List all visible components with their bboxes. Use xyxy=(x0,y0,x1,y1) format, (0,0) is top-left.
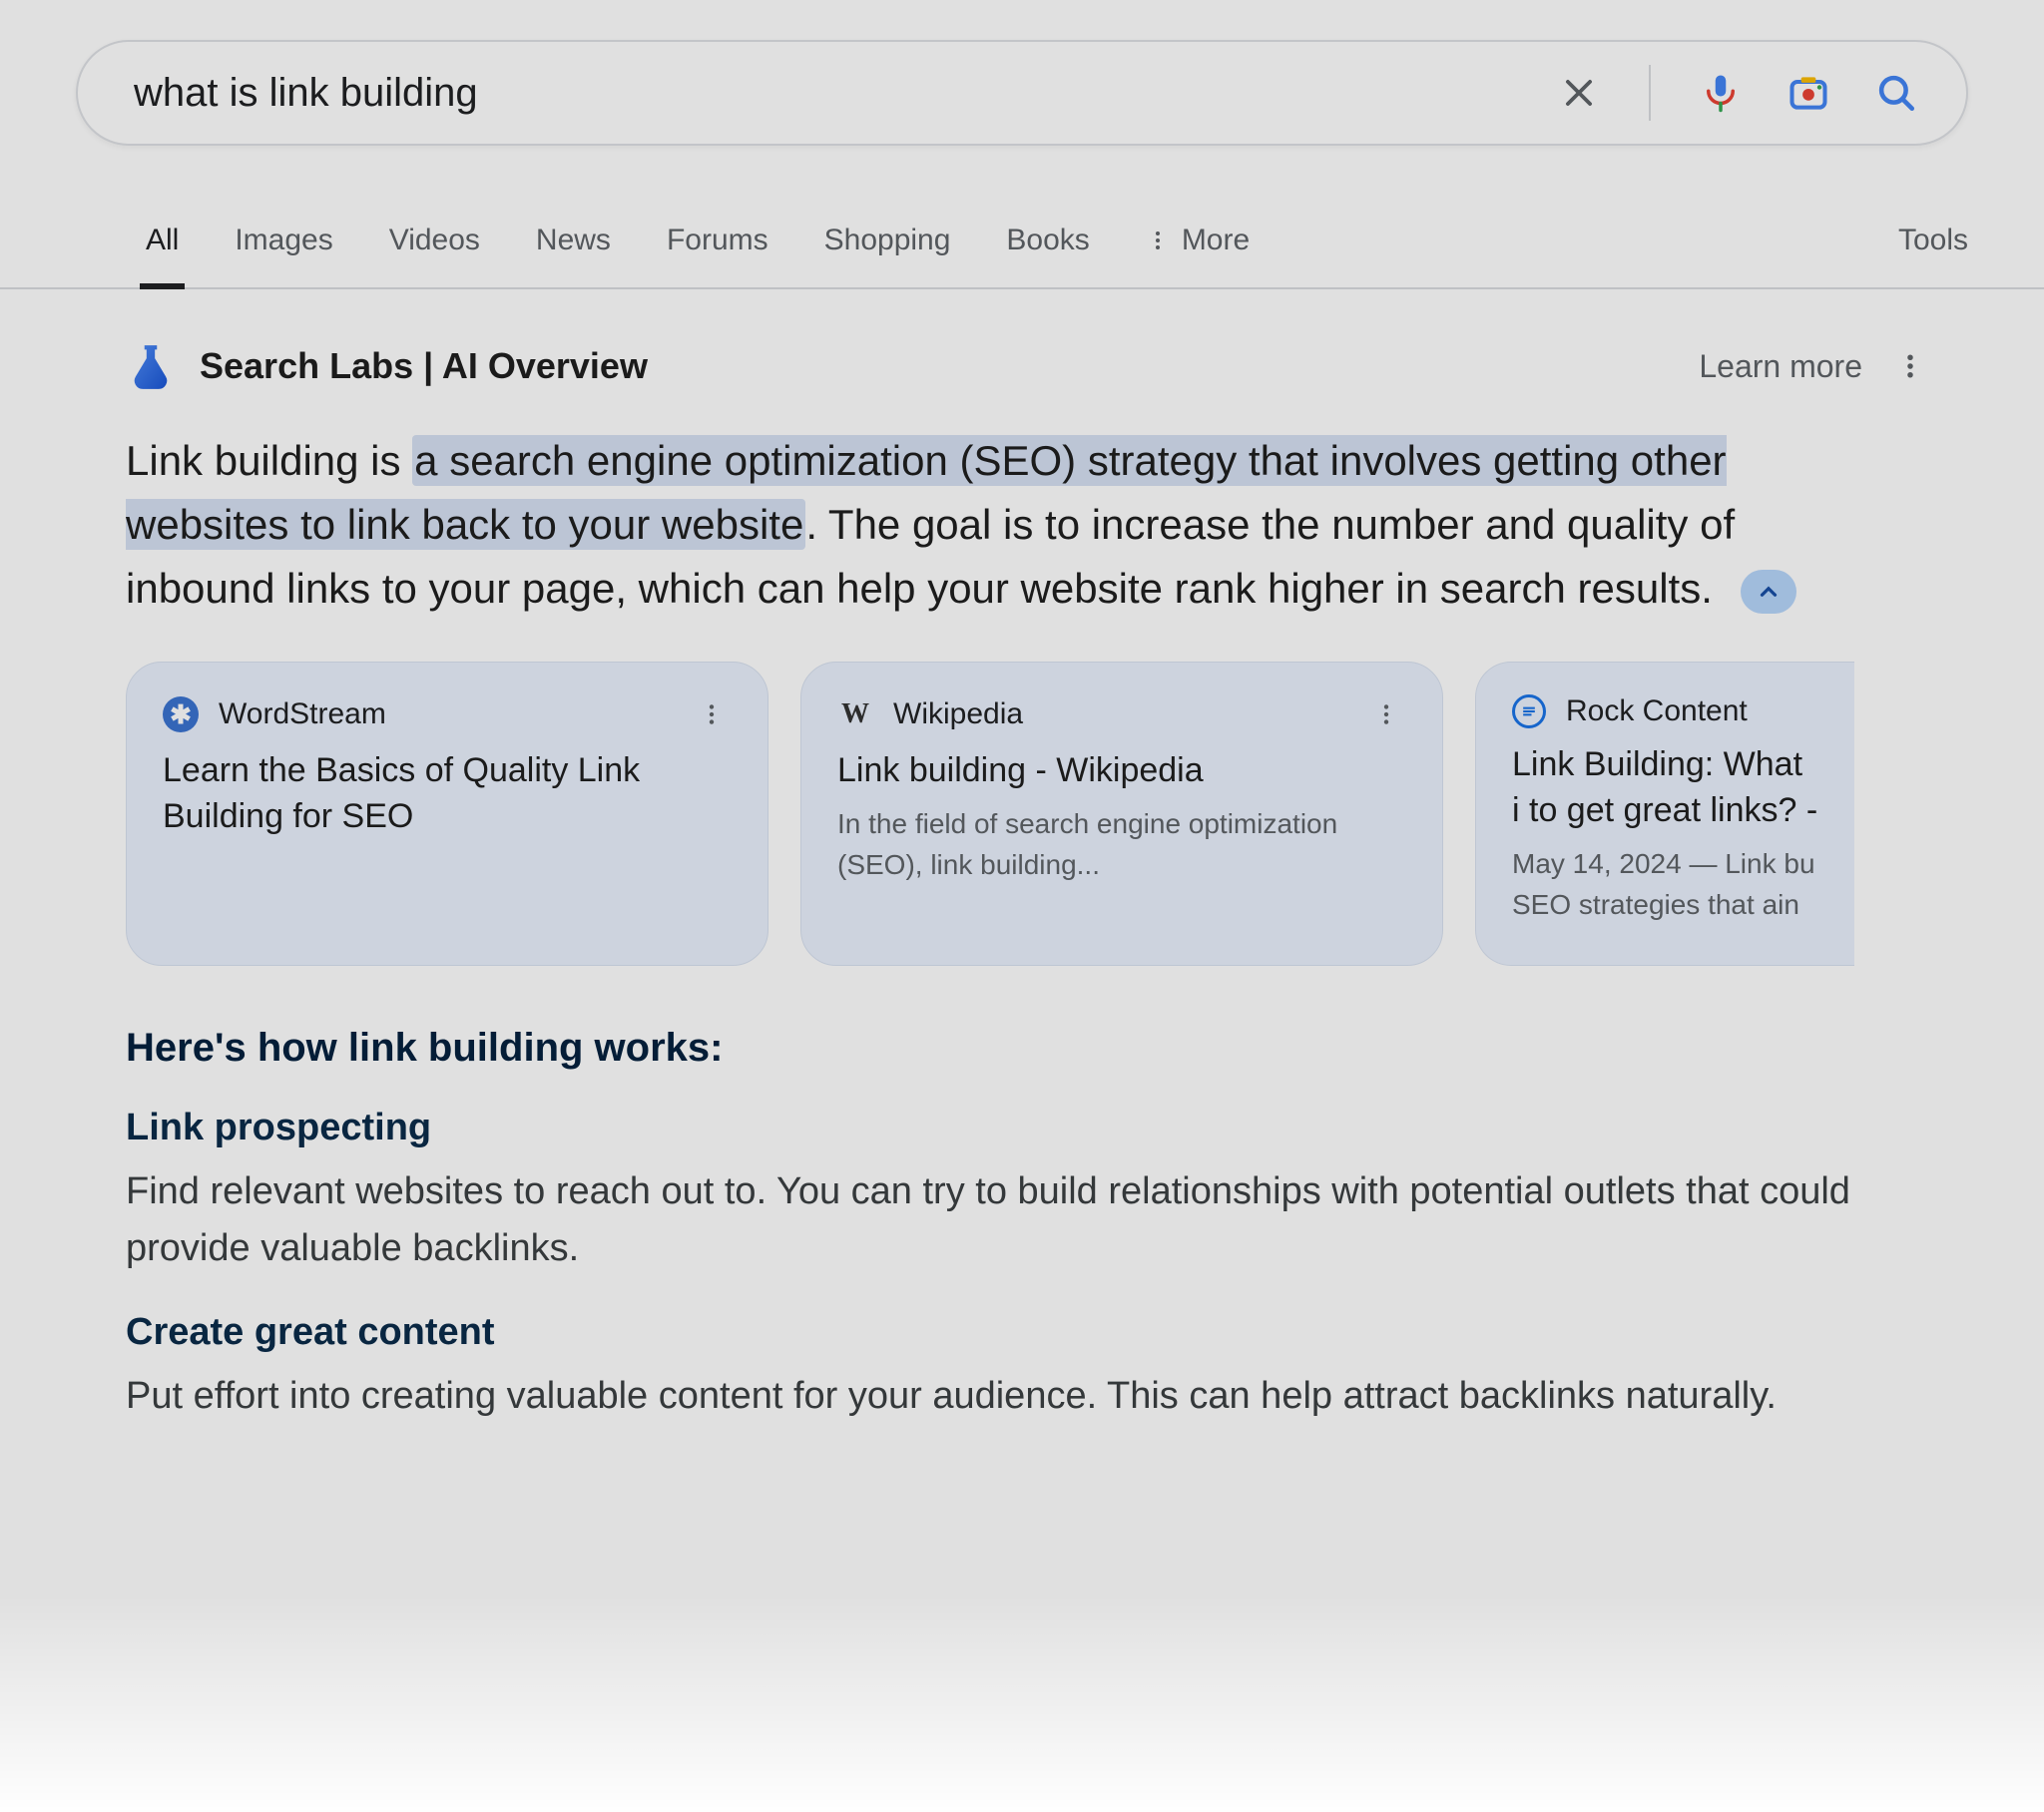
howto-heading: Here's how link building works: xyxy=(126,1026,1934,1071)
tab-label: Videos xyxy=(389,224,480,257)
learn-more-link[interactable]: Learn more xyxy=(1699,348,1862,385)
camera-icon[interactable] xyxy=(1785,69,1832,117)
flask-icon xyxy=(126,341,176,391)
ai-overview-text: Link building is a search engine optimiz… xyxy=(126,429,1882,620)
more-dots-icon xyxy=(1373,701,1399,727)
section-title-content: Create great content xyxy=(126,1311,1934,1354)
more-dots-icon xyxy=(1146,228,1170,252)
aio-text-prefix: Link building is xyxy=(126,437,412,484)
wikipedia-icon: W xyxy=(837,696,873,732)
tools-link[interactable]: Tools xyxy=(1898,224,1968,257)
tab-label: Forums xyxy=(667,224,768,257)
tab-label: More xyxy=(1182,224,1250,257)
tab-label: Shopping xyxy=(824,224,951,257)
tab-label: Images xyxy=(235,224,332,257)
search-input[interactable] xyxy=(134,71,1555,116)
tab-all[interactable]: All xyxy=(146,194,179,287)
collapse-toggle[interactable] xyxy=(1741,570,1796,614)
tab-more[interactable]: More xyxy=(1146,194,1250,287)
source-snippet: May 14, 2024 — Link bu SEO strategies th… xyxy=(1512,844,1818,925)
source-title: Link building - Wikipedia xyxy=(837,748,1406,794)
tab-label: News xyxy=(536,224,611,257)
overflow-menu-button[interactable] xyxy=(1886,342,1934,390)
tab-forums[interactable]: Forums xyxy=(667,194,768,287)
card-menu-button[interactable] xyxy=(1366,694,1406,734)
source-cards-row: ✱ WordStream Learn the Basics of Quality… xyxy=(126,662,1934,966)
tab-label: All xyxy=(146,224,179,257)
rockcontent-icon xyxy=(1512,694,1546,728)
ai-overview-title: Search Labs | AI Overview xyxy=(200,345,648,387)
clear-icon[interactable] xyxy=(1555,69,1603,117)
card-menu-button[interactable] xyxy=(692,694,732,734)
source-card-wikipedia[interactable]: W Wikipedia Link building - Wikipedia In… xyxy=(800,662,1443,966)
section-body-content: Put effort into creating valuable conten… xyxy=(126,1368,1862,1425)
tab-books[interactable]: Books xyxy=(1006,194,1089,287)
search-icon[interactable] xyxy=(1872,69,1920,117)
tabs-row: All Images Videos News Forums Shopping B… xyxy=(0,194,2044,289)
section-title-prospecting: Link prospecting xyxy=(126,1107,1934,1149)
source-snippet: In the field of search engine optimizati… xyxy=(837,804,1406,885)
tools-label: Tools xyxy=(1898,224,1968,256)
tab-shopping[interactable]: Shopping xyxy=(824,194,951,287)
tab-images[interactable]: Images xyxy=(235,194,332,287)
ai-overview-header: Search Labs | AI Overview Learn more xyxy=(126,341,1934,391)
search-bar[interactable] xyxy=(76,40,1968,146)
source-title: Learn the Basics of Quality Link Buildin… xyxy=(163,748,732,840)
source-site-name: Rock Content xyxy=(1566,694,1748,728)
tab-label: Books xyxy=(1006,224,1089,257)
source-card-wordstream[interactable]: ✱ WordStream Learn the Basics of Quality… xyxy=(126,662,768,966)
divider xyxy=(1649,65,1651,121)
more-dots-icon xyxy=(1895,351,1925,381)
wordstream-icon: ✱ xyxy=(163,696,199,732)
source-site-name: WordStream xyxy=(219,697,386,731)
section-body-prospecting: Find relevant websites to reach out to. … xyxy=(126,1163,1862,1277)
chevron-up-icon xyxy=(1756,579,1782,605)
source-title: Link Building: What i to get great links… xyxy=(1512,742,1818,834)
more-dots-icon xyxy=(699,701,725,727)
mic-icon[interactable] xyxy=(1697,69,1745,117)
source-site-name: Wikipedia xyxy=(893,697,1023,731)
tab-news[interactable]: News xyxy=(536,194,611,287)
tab-videos[interactable]: Videos xyxy=(389,194,480,287)
source-card-rockcontent[interactable]: Rock Content Link Building: What i to ge… xyxy=(1475,662,1854,966)
